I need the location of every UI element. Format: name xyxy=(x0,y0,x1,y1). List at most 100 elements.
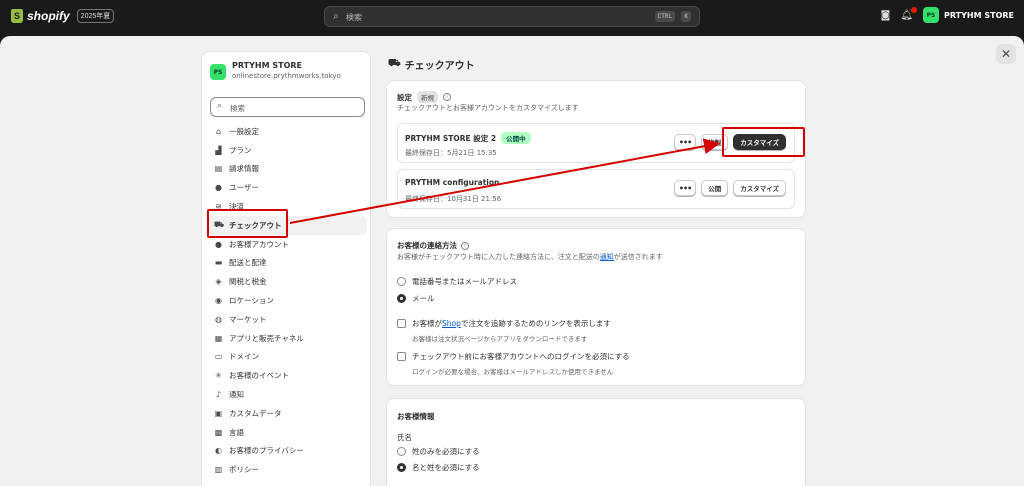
radio-first-and-last[interactable]: 名と姓を必須にする xyxy=(397,462,480,473)
cart-icon: ⛟ xyxy=(388,58,401,69)
sidebar-item-locations[interactable]: ◉ ロケーション xyxy=(207,291,367,310)
database-icon: ▣ xyxy=(214,408,223,418)
top-right-controls: ◙ 🔔︎ PS PRTYHM STORE xyxy=(881,6,1014,23)
sidebar-item-customer-events[interactable]: ✳ お客様のイベント xyxy=(207,366,367,385)
bell-icon[interactable]: 🔔︎ xyxy=(900,6,917,21)
truck-icon: ▬ xyxy=(214,258,223,268)
sidebar-item-label: 言語 xyxy=(229,427,244,437)
sidebar-item-label: ポリシー xyxy=(229,465,259,475)
sidebar-item-label: プラン xyxy=(229,145,252,155)
global-search-input[interactable]: ⌕ 検索 CTRL K xyxy=(324,6,700,27)
label-text: お客様が xyxy=(412,319,442,328)
shopify-bag-icon xyxy=(11,9,23,23)
sidebar-item-plan[interactable]: ▟ プラン xyxy=(207,141,367,160)
config-name: PRTYHM STORE 設定 2 公開中 xyxy=(405,132,531,144)
publish-button[interactable]: 公開 xyxy=(701,180,729,196)
card-title: お客様の連絡方法 xyxy=(397,241,457,250)
card-description: チェックアウトとお客様アカウントをカスタマイズします xyxy=(397,104,579,112)
close-button[interactable]: ✕ xyxy=(996,44,1016,64)
checkbox[interactable] xyxy=(397,352,406,361)
card-heading: 設定 新規 i xyxy=(397,91,451,103)
sidebar-item-label: 一般設定 xyxy=(229,126,259,136)
customer-info-card: お客様情報 氏名 姓のみを必須にする 名と姓を必須にする xyxy=(386,398,806,486)
search-icon: ⌕ xyxy=(333,11,339,22)
sidebar-search-input[interactable]: ⌕ 検索 xyxy=(210,97,365,117)
card-description: お客様がチェックアウト時に入力した連絡方法に、注文と配送の通知が送信されます xyxy=(397,252,663,262)
contact-method-card: お客様の連絡方法 i お客様がチェックアウト時に入力した連絡方法に、注文と配送の… xyxy=(386,228,806,386)
sidebar-item-taxes[interactable]: ◈ 関税と税金 xyxy=(207,272,367,291)
store-name[interactable]: PRTYHM STORE xyxy=(944,11,1014,20)
sidebar-item-label: ドメイン xyxy=(229,352,259,362)
sidebar-item-shipping[interactable]: ▬ 配送と配達 xyxy=(207,254,367,273)
radio-button[interactable] xyxy=(397,447,406,456)
top-bar: shopify 2025年夏 ⌕ 検索 CTRL K ◙ 🔔︎ PS PRTYH… xyxy=(0,0,1024,33)
sidebar-item-markets[interactable]: ◍ マーケット xyxy=(207,310,367,329)
sidebar-item-label: 配送と配達 xyxy=(229,258,267,268)
checkbox-label: お客様がShopで注文を追跡するためのリンクを表示します xyxy=(412,318,611,329)
sidebar-item-domains[interactable]: ▭ ドメイン xyxy=(207,348,367,367)
apps-icon: ▦ xyxy=(214,333,223,343)
person-icon: ● xyxy=(215,239,222,249)
info-icon[interactable]: i xyxy=(461,241,469,250)
sidebar-item-users[interactable]: ● ユーザー xyxy=(207,178,367,197)
highlight-checkout-nav xyxy=(207,209,288,238)
sidekick-icon[interactable]: ◙ xyxy=(881,10,891,21)
config-name-text: PRTYHM STORE 設定 2 xyxy=(405,133,497,143)
customize-button[interactable]: カスタマイズ xyxy=(733,180,786,196)
shop-link[interactable]: Shop xyxy=(442,319,461,328)
sidebar-item-general[interactable]: ⌂ 一般設定 xyxy=(207,122,367,141)
search-icon: ⌕ xyxy=(217,101,223,111)
config-actions: ••• 公開 カスタマイズ xyxy=(673,180,786,196)
sidebar-item-apps[interactable]: ▦ アプリと販売チャネル xyxy=(207,329,367,348)
checkbox[interactable] xyxy=(397,319,406,328)
more-actions-button[interactable]: ••• xyxy=(673,134,697,150)
sidebar-item-notifications[interactable]: ♪ 通知 xyxy=(207,385,367,404)
store-header[interactable]: PS PRTYHM STORE onlinestore.prythmworks.… xyxy=(210,61,341,80)
status-badge: 公開中 xyxy=(501,132,531,144)
sidebar-item-languages[interactable]: ▩ 言語 xyxy=(207,423,367,442)
sidebar-item-label: マーケット xyxy=(229,314,267,324)
notification-link[interactable]: 通知 xyxy=(600,253,614,261)
config-name-text: PRYTHM configuration xyxy=(405,178,500,187)
description-text: が送信されます xyxy=(613,253,663,261)
search-placeholder: 検索 xyxy=(346,13,362,22)
sidebar-item-label: ユーザー xyxy=(229,183,259,193)
sidebar-item-label: ロケーション xyxy=(229,296,274,306)
sidebar-item-billing[interactable]: ▤ 請求情報 xyxy=(207,160,367,179)
sidebar-search-placeholder: 検索 xyxy=(230,104,245,113)
radio-button[interactable] xyxy=(397,294,406,303)
domain-icon: ▭ xyxy=(214,352,223,362)
name-label: 氏名 xyxy=(397,433,412,442)
shopify-logo[interactable]: shopify 2025年夏 xyxy=(11,9,115,23)
radio-phone-or-email[interactable]: 電話番号またはメールアドレス xyxy=(397,276,517,287)
checkbox-require-login[interactable]: チェックアウト前にお客様アカウントへのログインを必須にする xyxy=(397,351,630,362)
store-icon: ⌂ xyxy=(215,126,222,136)
sidebar-item-label: 関税と税金 xyxy=(229,277,267,287)
info-icon[interactable]: i xyxy=(443,93,451,101)
sidebar-item-custom-data[interactable]: ▣ カスタムデータ xyxy=(207,404,367,423)
sidebar-item-privacy[interactable]: ◐ お客様のプライバシー xyxy=(207,442,367,461)
notification-dot xyxy=(911,6,917,13)
users-icon: ● xyxy=(215,183,222,193)
policy-icon: ▥ xyxy=(214,465,223,475)
page-title: ⛟ チェックアウト xyxy=(388,57,475,72)
more-actions-button[interactable]: ••• xyxy=(673,180,697,196)
checkbox-label: チェックアウト前にお客様アカウントへのログインを必須にする xyxy=(412,352,630,361)
sidebar-item-label: カスタムデータ xyxy=(229,408,282,418)
radio-button[interactable] xyxy=(397,463,406,472)
settings-sidebar: PS PRTYHM STORE onlinestore.prythmworks.… xyxy=(201,51,371,486)
description-text: お客様がチェックアウト時に入力した連絡方法に、注文と配送の xyxy=(397,253,600,261)
radio-last-name-only[interactable]: 姓のみを必須にする xyxy=(397,446,480,457)
checkbox-description: ログインが必要な場合、お客様はメールアドレスしか使用できません xyxy=(412,368,614,376)
tax-icon: ◈ xyxy=(215,277,222,287)
radio-email[interactable]: メール xyxy=(397,293,435,304)
radio-button[interactable] xyxy=(397,277,406,286)
chart-icon: ▟ xyxy=(215,145,222,155)
location-icon: ◉ xyxy=(215,296,222,306)
sidebar-nav: ⌂ 一般設定 ▟ プラン ▤ 請求情報 ● ユーザー ≋ 決済 ⛟ チェックアウト ● お客様… xyxy=(207,122,367,479)
sidebar-item-label: お客様アカウント xyxy=(229,239,289,249)
settings-panel: ✕ PS PRTYHM STORE onlinestore.prythmwork… xyxy=(0,36,1024,486)
avatar[interactable]: PS xyxy=(923,7,939,23)
checkbox-shop-tracking[interactable]: お客様がShopで注文を追跡するためのリンクを表示します xyxy=(397,318,611,329)
sidebar-item-policies[interactable]: ▥ ポリシー xyxy=(207,460,367,479)
